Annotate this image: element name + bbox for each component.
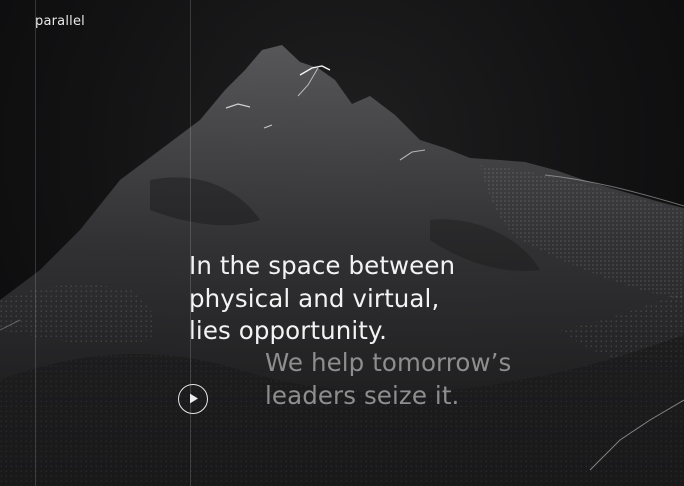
headline-line: lies opportunity. — [189, 316, 387, 345]
brand-logo[interactable]: parallel — [35, 14, 85, 29]
hero-section: parallel In the space between physical a… — [0, 0, 684, 486]
play-button[interactable] — [178, 384, 208, 414]
subline-line: We help tomorrow’s — [265, 348, 512, 377]
headline-line: physical and virtual, — [189, 283, 440, 313]
hero-subline: We help tomorrow’s leaders seize it. — [265, 347, 511, 412]
mountain-background — [0, 45, 684, 486]
guide-line-left — [35, 0, 36, 486]
hero-headline: In the space between physical and virtua… — [189, 250, 455, 348]
subline-line: leaders seize it. — [265, 380, 460, 410]
headline-line: In the space between — [189, 251, 456, 280]
play-icon — [190, 393, 198, 404]
